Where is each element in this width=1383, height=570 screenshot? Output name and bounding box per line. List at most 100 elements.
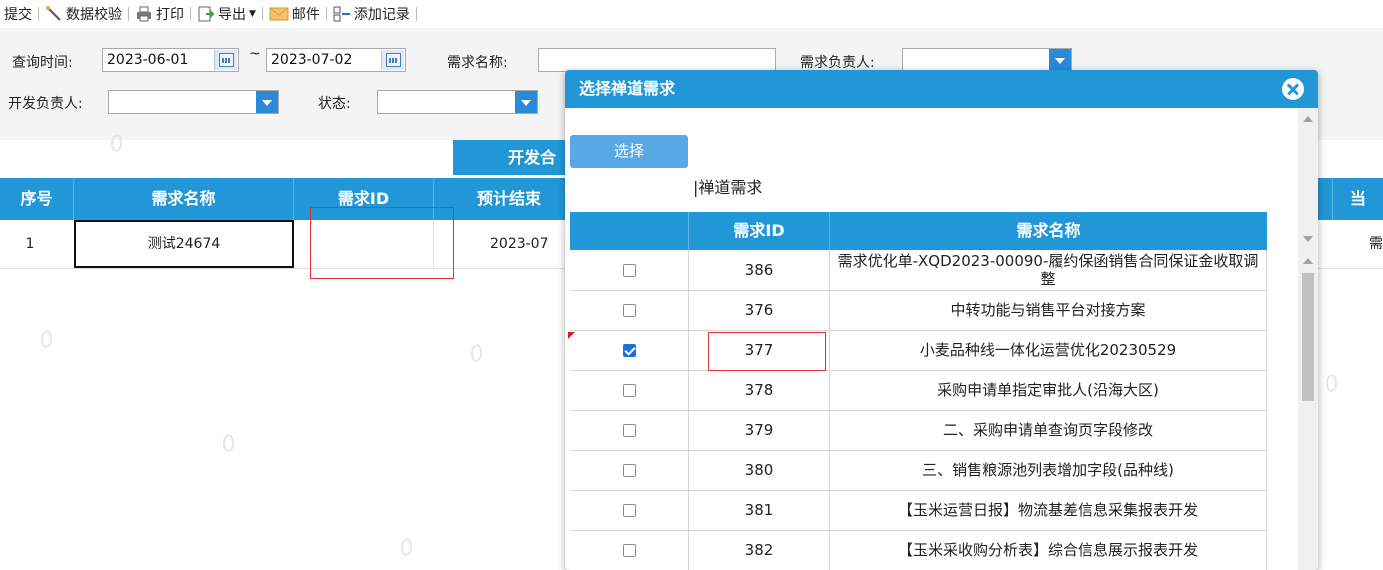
req-name-label: 需求名称: [447,55,508,71]
row-checkbox[interactable] [622,503,636,517]
submit-label: 提交 [4,7,32,23]
row-name: 中转功能与销售平台对接方案 [830,290,1267,330]
watermark: 0 [1322,370,1342,399]
calendar-icon[interactable] [381,50,404,70]
add-record-icon [333,6,350,22]
close-icon[interactable] [1282,78,1304,100]
validate-label: 数据校验 [66,7,122,23]
row-name: 【玉米采收购分析表】综合信息展示报表开发 [830,530,1267,570]
scroll-up-icon[interactable] [1303,116,1313,122]
add-record-button[interactable]: 添加记录 [329,1,414,27]
row-checkbox[interactable] [622,423,636,437]
dialog-title: 选择禅道需求 [565,70,1318,108]
query-time-label: 查询时间: [12,55,73,71]
submit-button[interactable]: 提交 [0,1,36,27]
chevron-down-icon[interactable] [515,91,537,113]
req-owner-label: 需求负责人: [800,55,875,71]
row-name: 三、销售粮源池列表增加字段(品种线) [830,450,1267,490]
mail-button[interactable]: 邮件 [265,1,324,27]
row-id: 379 [689,410,830,450]
col-name-header[interactable]: 需求名称 [830,212,1267,250]
col-end-header[interactable]: 预计结束 [434,178,584,220]
validate-button[interactable]: 数据校验 [41,1,126,27]
scrollbar[interactable] [1298,108,1318,570]
row-checkbox[interactable] [622,383,636,397]
magic-wand-icon [46,6,61,21]
toolbar-divider [325,7,327,21]
req-name-input[interactable] [538,48,776,72]
date-to-value: 2023-07-02 [271,52,353,68]
export-button[interactable]: 导出 ▼ [193,1,260,27]
watermark: 0 [397,534,417,563]
dirty-marker [568,332,575,339]
scroll-down-icon[interactable] [1303,236,1313,242]
row-name: 小麦品种线一体化运营优化20230529 [830,330,1267,370]
watermark: 0 [37,326,57,355]
req-owner-select[interactable] [902,48,1072,72]
status-label: 状态: [318,96,351,112]
calendar-icon[interactable] [214,50,237,70]
chevron-down-icon[interactable] [1049,49,1071,71]
mail-label: 邮件 [291,7,320,23]
toolbar-divider [190,7,191,21]
scroll-up-icon[interactable] [1303,258,1313,264]
dialog-subtitle: |禅道需求 [693,178,763,197]
date-range-separator: ~ [249,46,261,62]
row-name: 【玉米运营日报】物流基差信息采集报表开发 [830,490,1267,530]
watermark: 0 [467,340,487,369]
print-button[interactable]: 打印 [131,1,188,27]
row-index: 1 [25,236,35,252]
row-name: 需求优化单-XQD2023-00090-履约保函销售合同保证金收取调整 [830,250,1267,290]
col-name-header[interactable]: 需求名称 [74,178,294,220]
dev-owner-select[interactable] [108,90,279,114]
row-id: 380 [689,450,830,490]
toolbar-divider [38,7,39,21]
printer-icon [137,6,151,22]
dev-owner-label: 开发负责人: [8,96,83,112]
row-id: 376 [689,290,830,330]
watermark: 0 [219,430,239,459]
caret-down-icon: ▼ [249,9,256,19]
status-select[interactable] [377,90,538,114]
table-row[interactable]: 376 中转功能与销售平台对接方案 [570,290,1267,331]
chevron-down-icon[interactable] [256,91,278,113]
date-from-value: 2023-06-01 [107,52,189,68]
toolbar-divider [261,7,263,21]
date-from-field[interactable]: 2023-06-01 [102,48,239,72]
grid-group-header: 开发合 [453,140,573,175]
table-row[interactable]: 378 采购申请单指定审批人(沿海大区) [570,370,1267,411]
col-checkbox-header[interactable] [570,212,689,250]
table-row[interactable]: 386 需求优化单-XQD2023-00090-履约保函销售合同保证金收取调整 [570,250,1267,291]
row-checkbox[interactable] [622,463,636,477]
date-to-field[interactable]: 2023-07-02 [266,48,406,72]
row-name-cell[interactable]: 测试24674 [74,220,294,268]
export-icon [198,6,215,22]
table-row[interactable]: 381 【玉米运营日报】物流基差信息采集报表开发 [570,490,1267,531]
select-requirement-dialog: 选择禅道需求 选择 |禅道需求 需求ID 需求名称 386 需求优化单-XQD2… [565,70,1318,570]
row-id: 386 [689,250,830,290]
table-row[interactable]: 380 三、销售粮源池列表增加字段(品种线) [570,450,1267,491]
row-checkbox[interactable] [622,263,636,277]
toolbar: 提交 数据校验 打印 导出 ▼ 邮件 添加记录 [0,0,1383,28]
row-id: 381 [689,490,830,530]
print-label: 打印 [156,7,184,23]
table-row[interactable]: 377 小麦品种线一体化运营优化20230529 [570,330,1267,371]
row-id: 382 [689,530,830,570]
envelope-icon [269,7,289,21]
highlight-box [708,332,826,371]
highlight-box [310,207,454,279]
row-id: 378 [689,370,830,410]
col-index-header[interactable]: 序号 [0,178,74,220]
row-name: 采购申请单指定审批人(沿海大区) [830,370,1267,410]
row-name: 二、采购申请单查询页字段修改 [830,410,1267,450]
row-checkbox-checked[interactable] [622,343,636,357]
row-checkbox[interactable] [622,543,636,557]
col-id-header[interactable]: 需求ID [689,212,830,250]
row-checkbox[interactable] [622,303,636,317]
col-right-header[interactable]: 当 [1332,178,1383,220]
scroll-thumb[interactable] [1302,273,1314,401]
select-button[interactable]: 选择 [570,135,688,168]
table-row[interactable]: 382 【玉米采收购分析表】综合信息展示报表开发 [570,530,1267,570]
table-row[interactable]: 379 二、采购申请单查询页字段修改 [570,410,1267,451]
toolbar-divider [128,7,129,21]
